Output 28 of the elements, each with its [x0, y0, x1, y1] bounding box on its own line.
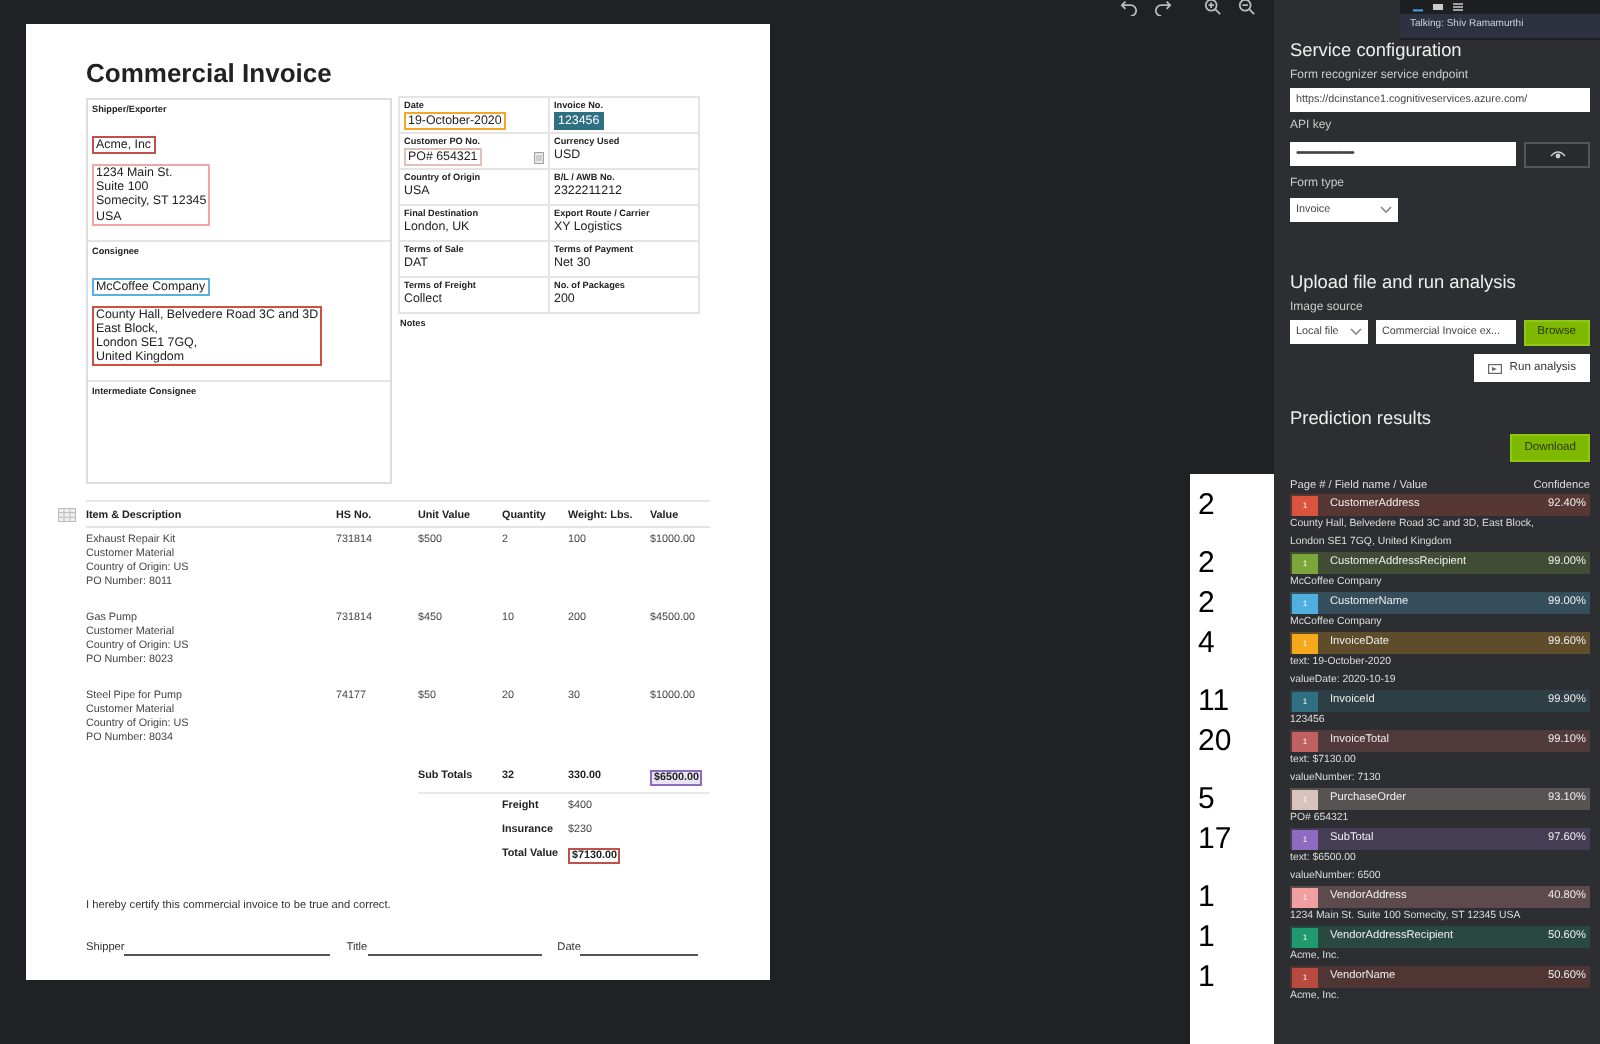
row-number: 4 [1198, 626, 1215, 660]
zoom-in-icon[interactable] [1204, 0, 1222, 16]
zoom-out-icon[interactable] [1238, 0, 1256, 16]
row-number: 2 [1198, 546, 1215, 580]
run-icon [1487, 363, 1502, 373]
row-number: 1 [1198, 920, 1215, 954]
document-title: Commercial Invoice [86, 60, 334, 86]
row-number: 2 [1198, 488, 1215, 522]
caret-icon [1350, 328, 1362, 336]
document-icon[interactable] [534, 151, 544, 164]
undo-icon[interactable] [1120, 0, 1138, 16]
row-number: 5 [1198, 782, 1215, 816]
window-icon[interactable] [1432, 2, 1444, 12]
section-title: Service configuration [1290, 40, 1464, 62]
row-number: 1 [1198, 960, 1215, 994]
show-key-button[interactable] [1524, 142, 1590, 168]
row-number: 17 [1198, 822, 1232, 856]
eye-icon [1549, 150, 1565, 160]
row-number: 11 [1198, 684, 1230, 718]
table-icon [58, 508, 76, 523]
row-number: 1 [1198, 880, 1215, 914]
redo-icon[interactable] [1154, 0, 1172, 16]
stack-icon[interactable] [1452, 2, 1464, 12]
section-title: Prediction results [1290, 408, 1433, 430]
caret-icon [1380, 206, 1392, 214]
row-number: 20 [1198, 724, 1232, 758]
section-title: Upload file and run analysis [1290, 272, 1518, 294]
row-number: 2 [1198, 586, 1215, 620]
